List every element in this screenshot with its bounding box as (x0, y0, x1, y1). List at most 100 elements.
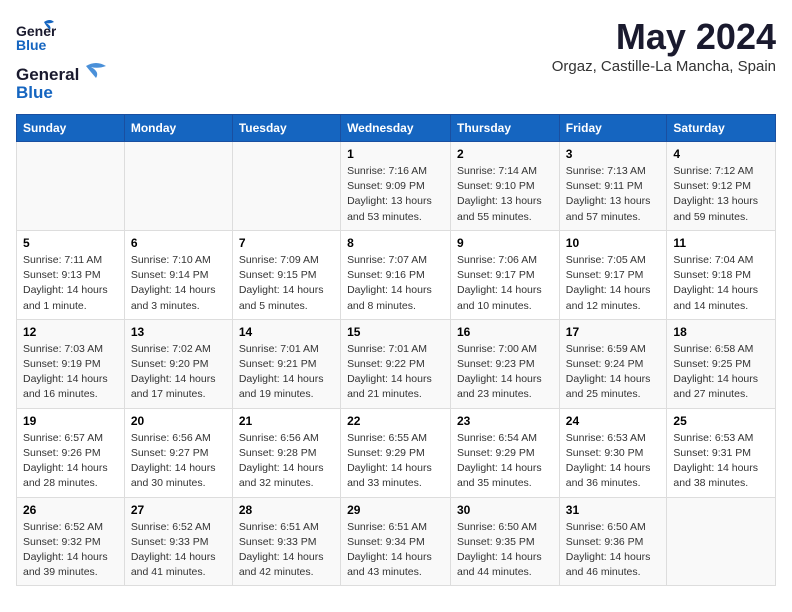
svg-text:General: General (16, 65, 79, 84)
weekday-header: Monday (124, 115, 232, 142)
calendar-cell: 14Sunrise: 7:01 AM Sunset: 9:21 PM Dayli… (232, 319, 340, 408)
calendar-cell: 5Sunrise: 7:11 AM Sunset: 9:13 PM Daylig… (17, 230, 125, 319)
weekday-header: Tuesday (232, 115, 340, 142)
calendar-header-row: SundayMondayTuesdayWednesdayThursdayFrid… (17, 115, 776, 142)
calendar-cell: 18 Sunrise: 6:58 AM Sunset: 9:25 PM Dayli… (667, 319, 776, 408)
calendar-cell: 4Sunrise: 7:12 AM Sunset: 9:12 PM Daylig… (667, 142, 776, 231)
day-info: Sunrise: 7:02 AM Sunset: 9:20 PM Dayligh… (131, 342, 226, 403)
day-number: 23 (457, 414, 553, 428)
day-info: Sunrise: 6:50 AM Sunset: 9:35 PM Dayligh… (457, 520, 553, 581)
day-number: 22 (347, 414, 444, 428)
day-info: Sunrise: 6:52 AM Sunset: 9:33 PM Dayligh… (131, 520, 226, 581)
calendar-cell (667, 497, 776, 586)
day-info: Sunrise: 6:51 AM Sunset: 9:34 PM Dayligh… (347, 520, 444, 581)
calendar-cell: 12Sunrise: 7:03 AM Sunset: 9:19 PM Dayli… (17, 319, 125, 408)
day-number: 20 (131, 414, 226, 428)
day-info: Sunrise: 6:55 AM Sunset: 9:29 PM Dayligh… (347, 431, 444, 492)
weekday-header: Thursday (451, 115, 560, 142)
calendar-cell: 31 Sunrise: 6:50 AM Sunset: 9:36 PM Dayli… (559, 497, 667, 586)
logo-svg: General Blue (16, 58, 126, 102)
calendar-cell (124, 142, 232, 231)
calendar-cell: 11Sunrise: 7:04 AM Sunset: 9:18 PM Dayli… (667, 230, 776, 319)
calendar-body: 1 Sunrise: 7:16 AM Sunset: 9:09 PM Daylig… (17, 142, 776, 586)
day-number: 4 (673, 147, 769, 161)
day-number: 17 (566, 325, 661, 339)
title-block: May 2024 Orgaz, Castille-La Mancha, Spai… (552, 16, 776, 75)
day-number: 19 (23, 414, 118, 428)
calendar-cell: 21 Sunrise: 6:56 AM Sunset: 9:28 PM Dayli… (232, 408, 340, 497)
day-info: Sunrise: 6:56 AM Sunset: 9:28 PM Dayligh… (239, 431, 334, 492)
day-info: Sunrise: 7:06 AM Sunset: 9:17 PM Dayligh… (457, 253, 553, 314)
calendar-cell: 27 Sunrise: 6:52 AM Sunset: 9:33 PM Dayli… (124, 497, 232, 586)
calendar-cell: 26 Sunrise: 6:52 AM Sunset: 9:32 PM Dayli… (17, 497, 125, 586)
calendar-week-row: 1 Sunrise: 7:16 AM Sunset: 9:09 PM Daylig… (17, 142, 776, 231)
day-info: Sunrise: 6:52 AM Sunset: 9:32 PM Dayligh… (23, 520, 118, 581)
day-number: 3 (566, 147, 661, 161)
day-number: 18 (673, 325, 769, 339)
day-info: Sunrise: 6:51 AM Sunset: 9:33 PM Dayligh… (239, 520, 334, 581)
calendar-cell: 9Sunrise: 7:06 AM Sunset: 9:17 PM Daylig… (451, 230, 560, 319)
calendar-cell: 7 Sunrise: 7:09 AM Sunset: 9:15 PM Daylig… (232, 230, 340, 319)
calendar-cell: 20 Sunrise: 6:56 AM Sunset: 9:27 PM Dayli… (124, 408, 232, 497)
calendar-cell: 1 Sunrise: 7:16 AM Sunset: 9:09 PM Daylig… (341, 142, 451, 231)
day-number: 26 (23, 503, 118, 517)
svg-text:Blue: Blue (16, 83, 53, 102)
day-number: 1 (347, 147, 444, 161)
day-number: 7 (239, 236, 334, 250)
calendar-cell (17, 142, 125, 231)
day-number: 30 (457, 503, 553, 517)
day-number: 31 (566, 503, 661, 517)
day-info: Sunrise: 7:01 AM Sunset: 9:21 PM Dayligh… (239, 342, 334, 403)
calendar-week-row: 12Sunrise: 7:03 AM Sunset: 9:19 PM Dayli… (17, 319, 776, 408)
calendar-cell: 29 Sunrise: 6:51 AM Sunset: 9:34 PM Dayli… (341, 497, 451, 586)
day-number: 29 (347, 503, 444, 517)
calendar-cell: 10Sunrise: 7:05 AM Sunset: 9:17 PM Dayli… (559, 230, 667, 319)
svg-text:Blue: Blue (16, 37, 47, 53)
day-info: Sunrise: 7:04 AM Sunset: 9:18 PM Dayligh… (673, 253, 769, 314)
day-number: 24 (566, 414, 661, 428)
day-number: 15 (347, 325, 444, 339)
calendar-cell: 25Sunrise: 6:53 AM Sunset: 9:31 PM Dayli… (667, 408, 776, 497)
day-info: Sunrise: 7:05 AM Sunset: 9:17 PM Dayligh… (566, 253, 661, 314)
day-info: Sunrise: 7:14 AM Sunset: 9:10 PM Dayligh… (457, 164, 553, 225)
day-info: Sunrise: 6:56 AM Sunset: 9:27 PM Dayligh… (131, 431, 226, 492)
page-header: General Blue General Blue May 2024 Orgaz… (16, 16, 776, 102)
calendar-cell: 3 Sunrise: 7:13 AM Sunset: 9:11 PM Daylig… (559, 142, 667, 231)
day-number: 28 (239, 503, 334, 517)
weekday-header: Saturday (667, 115, 776, 142)
day-info: Sunrise: 7:13 AM Sunset: 9:11 PM Dayligh… (566, 164, 661, 225)
calendar-week-row: 5Sunrise: 7:11 AM Sunset: 9:13 PM Daylig… (17, 230, 776, 319)
day-number: 2 (457, 147, 553, 161)
day-number: 6 (131, 236, 226, 250)
day-info: Sunrise: 7:01 AM Sunset: 9:22 PM Dayligh… (347, 342, 444, 403)
day-info: Sunrise: 7:09 AM Sunset: 9:15 PM Dayligh… (239, 253, 334, 314)
calendar-cell: 15 Sunrise: 7:01 AM Sunset: 9:22 PM Dayli… (341, 319, 451, 408)
day-info: Sunrise: 7:03 AM Sunset: 9:19 PM Dayligh… (23, 342, 118, 403)
day-info: Sunrise: 7:16 AM Sunset: 9:09 PM Dayligh… (347, 164, 444, 225)
day-info: Sunrise: 6:59 AM Sunset: 9:24 PM Dayligh… (566, 342, 661, 403)
day-info: Sunrise: 7:00 AM Sunset: 9:23 PM Dayligh… (457, 342, 553, 403)
calendar-cell: 16Sunrise: 7:00 AM Sunset: 9:23 PM Dayli… (451, 319, 560, 408)
calendar-cell: 24Sunrise: 6:53 AM Sunset: 9:30 PM Dayli… (559, 408, 667, 497)
weekday-header: Friday (559, 115, 667, 142)
calendar-cell: 22 Sunrise: 6:55 AM Sunset: 9:29 PM Dayli… (341, 408, 451, 497)
calendar-cell: 23 Sunrise: 6:54 AM Sunset: 9:29 PM Dayli… (451, 408, 560, 497)
month-title: May 2024 (552, 16, 776, 58)
weekday-header: Wednesday (341, 115, 451, 142)
calendar-cell: 19Sunrise: 6:57 AM Sunset: 9:26 PM Dayli… (17, 408, 125, 497)
calendar-cell: 17 Sunrise: 6:59 AM Sunset: 9:24 PM Dayli… (559, 319, 667, 408)
logo: General Blue General Blue (16, 16, 126, 102)
calendar-cell: 2 Sunrise: 7:14 AM Sunset: 9:10 PM Daylig… (451, 142, 560, 231)
day-info: Sunrise: 6:54 AM Sunset: 9:29 PM Dayligh… (457, 431, 553, 492)
day-info: Sunrise: 7:10 AM Sunset: 9:14 PM Dayligh… (131, 253, 226, 314)
day-number: 25 (673, 414, 769, 428)
day-number: 8 (347, 236, 444, 250)
day-number: 27 (131, 503, 226, 517)
weekday-header: Sunday (17, 115, 125, 142)
day-info: Sunrise: 6:50 AM Sunset: 9:36 PM Dayligh… (566, 520, 661, 581)
day-number: 13 (131, 325, 226, 339)
calendar-week-row: 26 Sunrise: 6:52 AM Sunset: 9:32 PM Dayli… (17, 497, 776, 586)
day-number: 21 (239, 414, 334, 428)
day-info: Sunrise: 6:58 AM Sunset: 9:25 PM Dayligh… (673, 342, 769, 403)
day-info: Sunrise: 7:11 AM Sunset: 9:13 PM Dayligh… (23, 253, 118, 314)
